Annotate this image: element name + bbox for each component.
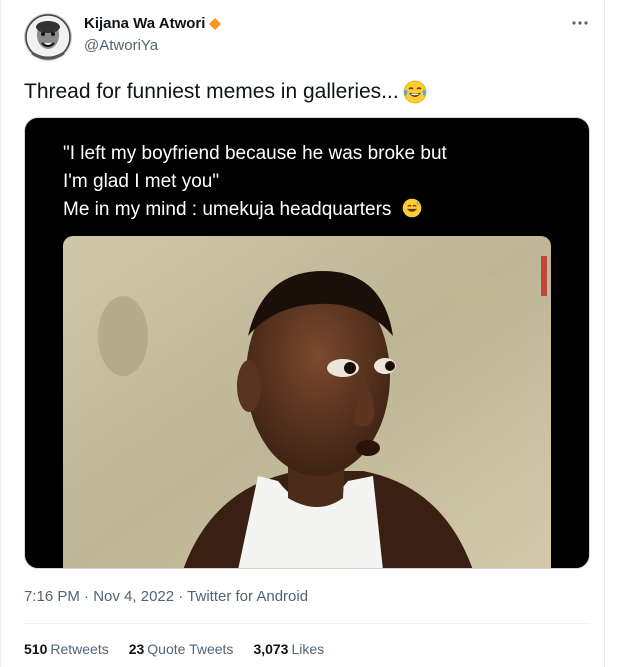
tweet-text-content: Thread for funniest memes in galleries..… — [24, 80, 399, 103]
quote-tweets-label: Quote Tweets — [147, 641, 234, 657]
avatar-image — [24, 13, 72, 61]
meta-separator: · — [79, 588, 94, 605]
man-looking-sideways-image — [63, 236, 551, 568]
face-with-tears-of-joy-emoji — [403, 80, 427, 104]
verified-diamond-icon — [209, 17, 222, 30]
author-display-name[interactable]: Kijana Wa Atwori — [84, 15, 222, 32]
likes-count: 3,073 — [253, 641, 289, 657]
meme-caption-line: Me in my mind : umekuja headquarters — [63, 196, 583, 224]
quote-tweets-stat[interactable]: 23 Quote Tweets — [129, 641, 234, 657]
meta-separator: · — [174, 588, 188, 605]
tweet-time[interactable]: 7:16 PM — [24, 588, 80, 605]
quote-tweets-count: 23 — [128, 641, 145, 657]
tweet-media[interactable]: "I left my boyfriend because he was brok… — [24, 117, 590, 569]
meme-caption-line: "I left my boyfriend because he was brok… — [63, 143, 447, 164]
retweets-label: Retweets — [50, 641, 109, 657]
meme-caption: "I left my boyfriend because he was brok… — [63, 140, 583, 224]
avatar[interactable] — [24, 13, 72, 61]
tweet-card: Kijana Wa Atwori @AtworiYa Thread for fu… — [0, 0, 605, 667]
retweets-count: 510 — [24, 641, 48, 657]
meme-caption-text: Me in my mind : umekuja headquarters — [63, 199, 392, 220]
tweet-text: Thread for funniest memes in galleries..… — [24, 78, 428, 106]
author-handle[interactable]: @AtworiYa — [84, 37, 158, 54]
more-options-icon[interactable] — [569, 14, 591, 32]
meme-caption-line: I'm glad I met you" — [63, 171, 220, 192]
tweet-date[interactable]: Nov 4, 2022 — [93, 588, 174, 605]
tweet-metadata: 7:16 PM · Nov 4, 2022 · Twitter for Andr… — [24, 588, 308, 605]
engagement-stats: 510 Retweets 23 Quote Tweets 3,073 Likes — [24, 641, 324, 657]
author-name-text: Kijana Wa Atwori — [84, 15, 206, 32]
retweets-stat[interactable]: 510 Retweets — [24, 641, 109, 657]
divider — [24, 623, 590, 624]
likes-label: Likes — [291, 641, 325, 657]
tweet-source[interactable]: Twitter for Android — [187, 588, 308, 605]
meme-photo — [63, 236, 551, 568]
grinning-sweat-emoji — [402, 198, 422, 218]
likes-stat[interactable]: 3,073 Likes — [253, 641, 324, 657]
